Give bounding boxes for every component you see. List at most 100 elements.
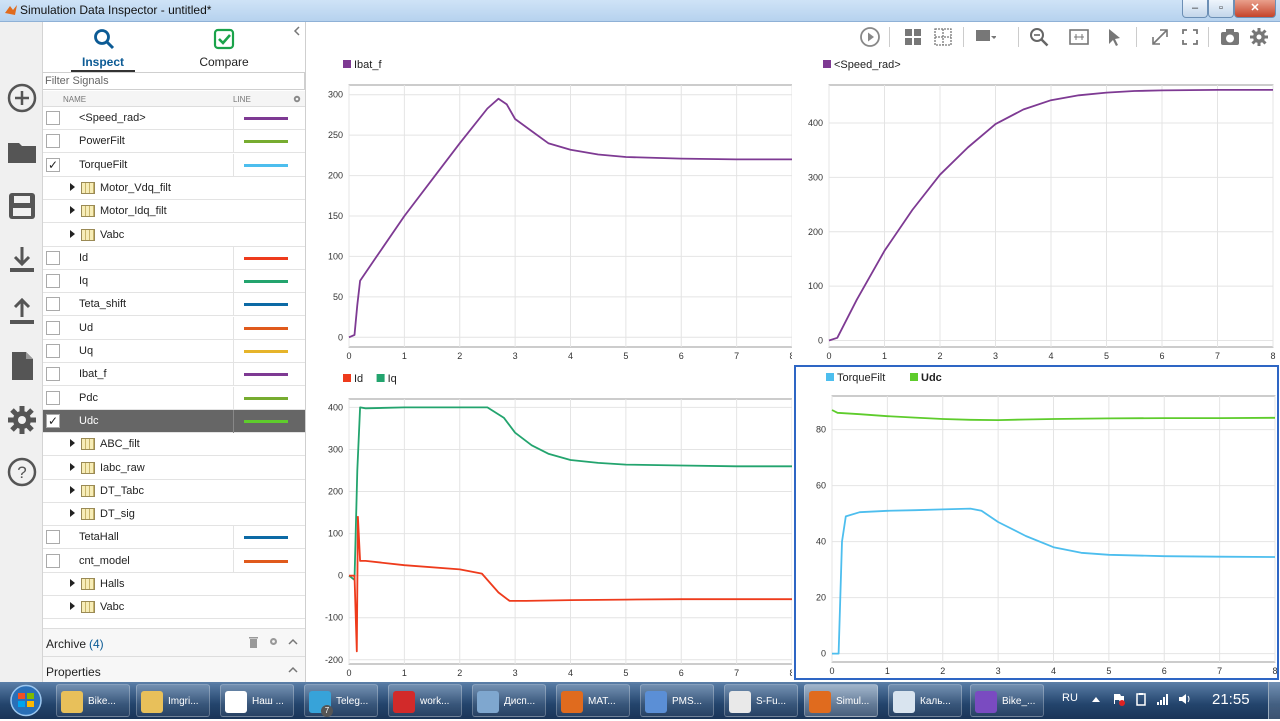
signal-row[interactable]: Teta_shift — [43, 293, 305, 317]
export-icon[interactable] — [6, 296, 38, 328]
signal-group-row[interactable]: DT_sig — [43, 503, 305, 527]
signal-checkbox[interactable] — [46, 530, 60, 545]
signal-group-row[interactable]: ABC_filt — [43, 433, 305, 457]
line-color-swatch[interactable] — [244, 163, 288, 167]
signal-checkbox[interactable] — [46, 367, 60, 382]
signal-group-row[interactable]: DT_Tabc — [43, 480, 305, 503]
line-color-swatch[interactable] — [244, 256, 288, 260]
signal-row[interactable]: ✓ Udc — [43, 409, 305, 433]
line-color-swatch[interactable] — [244, 536, 288, 540]
line-color-swatch[interactable] — [244, 326, 288, 330]
expand-arrow-icon[interactable] — [70, 485, 75, 494]
expand-icon[interactable] — [1149, 26, 1171, 48]
signal-row[interactable]: Pdc — [43, 386, 305, 410]
signal-group-row[interactable]: Iabc_raw — [43, 457, 305, 480]
filter-signals-input[interactable]: Filter Signals — [43, 72, 305, 90]
power-icon[interactable] — [1134, 692, 1148, 706]
line-color-swatch[interactable] — [244, 350, 288, 353]
language-indicator[interactable]: RU — [1062, 692, 1078, 704]
chevron-up-icon[interactable] — [288, 638, 298, 645]
signal-group-row[interactable]: Motor_Vdq_filt — [43, 177, 305, 200]
expand-arrow-icon[interactable] — [70, 602, 75, 611]
add-icon[interactable] — [6, 82, 38, 114]
line-color-swatch[interactable] — [244, 419, 288, 423]
start-button[interactable] — [4, 683, 48, 718]
play-icon[interactable] — [859, 26, 881, 48]
signal-checkbox[interactable] — [46, 297, 60, 312]
subplot-icon[interactable] — [932, 26, 954, 48]
expand-arrow-icon[interactable] — [70, 229, 75, 238]
expand-arrow-icon[interactable] — [70, 462, 75, 471]
taskbar-item[interactable]: Bike... — [56, 684, 130, 717]
clock[interactable]: 21:55 — [1212, 691, 1250, 708]
signal-row[interactable]: Ud — [43, 316, 305, 340]
volume-icon[interactable] — [1178, 692, 1192, 706]
tab-inspect[interactable]: Inspect — [71, 22, 135, 72]
expand-arrow-icon[interactable] — [70, 439, 75, 448]
taskbar-item[interactable]: PMS... — [640, 684, 714, 717]
signal-group-row[interactable]: Vabc — [43, 224, 305, 247]
expand-arrow-icon[interactable] — [70, 509, 75, 518]
signal-group-row[interactable]: Vabc — [43, 596, 305, 620]
chevron-up-icon[interactable] — [288, 666, 298, 673]
signal-row[interactable]: ✓ TorqueFilt — [43, 153, 305, 177]
save-icon[interactable] — [6, 190, 38, 222]
signal-row[interactable]: Iq — [43, 270, 305, 294]
signal-checkbox[interactable] — [46, 274, 60, 289]
trash-icon[interactable] — [248, 636, 259, 649]
taskbar-item[interactable]: MAT... — [556, 684, 630, 717]
close-button[interactable]: ✕ — [1234, 0, 1276, 18]
signal-checkbox[interactable] — [46, 390, 60, 405]
taskbar-item[interactable]: Imgri... — [136, 684, 210, 717]
layout-grid-icon[interactable] — [902, 26, 924, 48]
plot-torque-udc[interactable]: TorqueFilt Udc 0 1 2 3 4 5 6 7 8 0 20 40 60 80 — [794, 365, 1279, 680]
minimize-button[interactable]: – — [1182, 0, 1208, 18]
signal-row[interactable]: PowerFilt — [43, 130, 305, 154]
signal-row[interactable]: Id — [43, 246, 305, 270]
legend-icon[interactable] — [974, 26, 996, 48]
signal-checkbox[interactable] — [46, 134, 60, 149]
show-desktop-button[interactable] — [1268, 682, 1280, 719]
snapshot-icon[interactable] — [1219, 26, 1241, 48]
folder-icon[interactable] — [6, 136, 38, 168]
expand-arrow-icon[interactable] — [70, 182, 75, 191]
signal-checkbox[interactable] — [46, 320, 60, 335]
expand-arrow-icon[interactable] — [70, 579, 75, 587]
taskbar-item[interactable]: Simul... — [804, 684, 878, 717]
archive-section[interactable]: Archive (4) — [43, 628, 305, 656]
settings-icon[interactable] — [1248, 26, 1270, 48]
import-icon[interactable] — [6, 244, 38, 276]
line-color-swatch[interactable] — [244, 280, 288, 284]
settings-icon[interactable] — [6, 404, 38, 436]
maximize-button[interactable]: ▫ — [1208, 0, 1234, 18]
collapse-panel-icon[interactable] — [293, 26, 301, 36]
signal-row[interactable]: Uq — [43, 340, 305, 363]
plot-ibat[interactable]: Ibat_f 0 1 2 3 4 5 6 7 8 0 50 100 150 200 250 300 — [306, 54, 792, 364]
tray-expand-icon[interactable] — [1092, 696, 1100, 702]
taskbar-item[interactable]: 7 Teleg... — [304, 684, 378, 717]
line-color-swatch[interactable] — [244, 396, 288, 400]
report-icon[interactable] — [6, 350, 38, 382]
signal-row[interactable]: <Speed_rad> — [43, 107, 305, 130]
signal-row[interactable]: Ibat_f — [43, 363, 305, 387]
taskbar-item[interactable]: S-Fu... — [724, 684, 798, 717]
taskbar-item[interactable]: work... — [388, 684, 462, 717]
cursor-icon[interactable] — [1103, 26, 1125, 48]
line-color-swatch[interactable] — [244, 140, 288, 144]
fullscreen-icon[interactable] — [1179, 26, 1201, 48]
signal-checkbox[interactable] — [46, 553, 60, 568]
tab-compare[interactable]: Compare — [193, 22, 255, 72]
network-icon[interactable] — [1156, 692, 1170, 706]
line-color-swatch[interactable] — [244, 559, 288, 563]
properties-section[interactable]: Properties — [43, 656, 305, 682]
signal-checkbox[interactable] — [46, 111, 60, 125]
action-center-icon[interactable] — [1112, 692, 1126, 706]
line-color-swatch[interactable] — [244, 373, 288, 377]
taskbar-item[interactable]: Bike_... — [970, 684, 1044, 717]
signal-group-row[interactable]: Motor_Idq_filt — [43, 200, 305, 224]
signal-row[interactable]: TetaHall — [43, 526, 305, 550]
expand-arrow-icon[interactable] — [70, 206, 75, 215]
column-settings-icon[interactable] — [292, 94, 302, 104]
signal-checkbox[interactable] — [46, 344, 60, 358]
archive-settings-icon[interactable] — [268, 636, 279, 647]
